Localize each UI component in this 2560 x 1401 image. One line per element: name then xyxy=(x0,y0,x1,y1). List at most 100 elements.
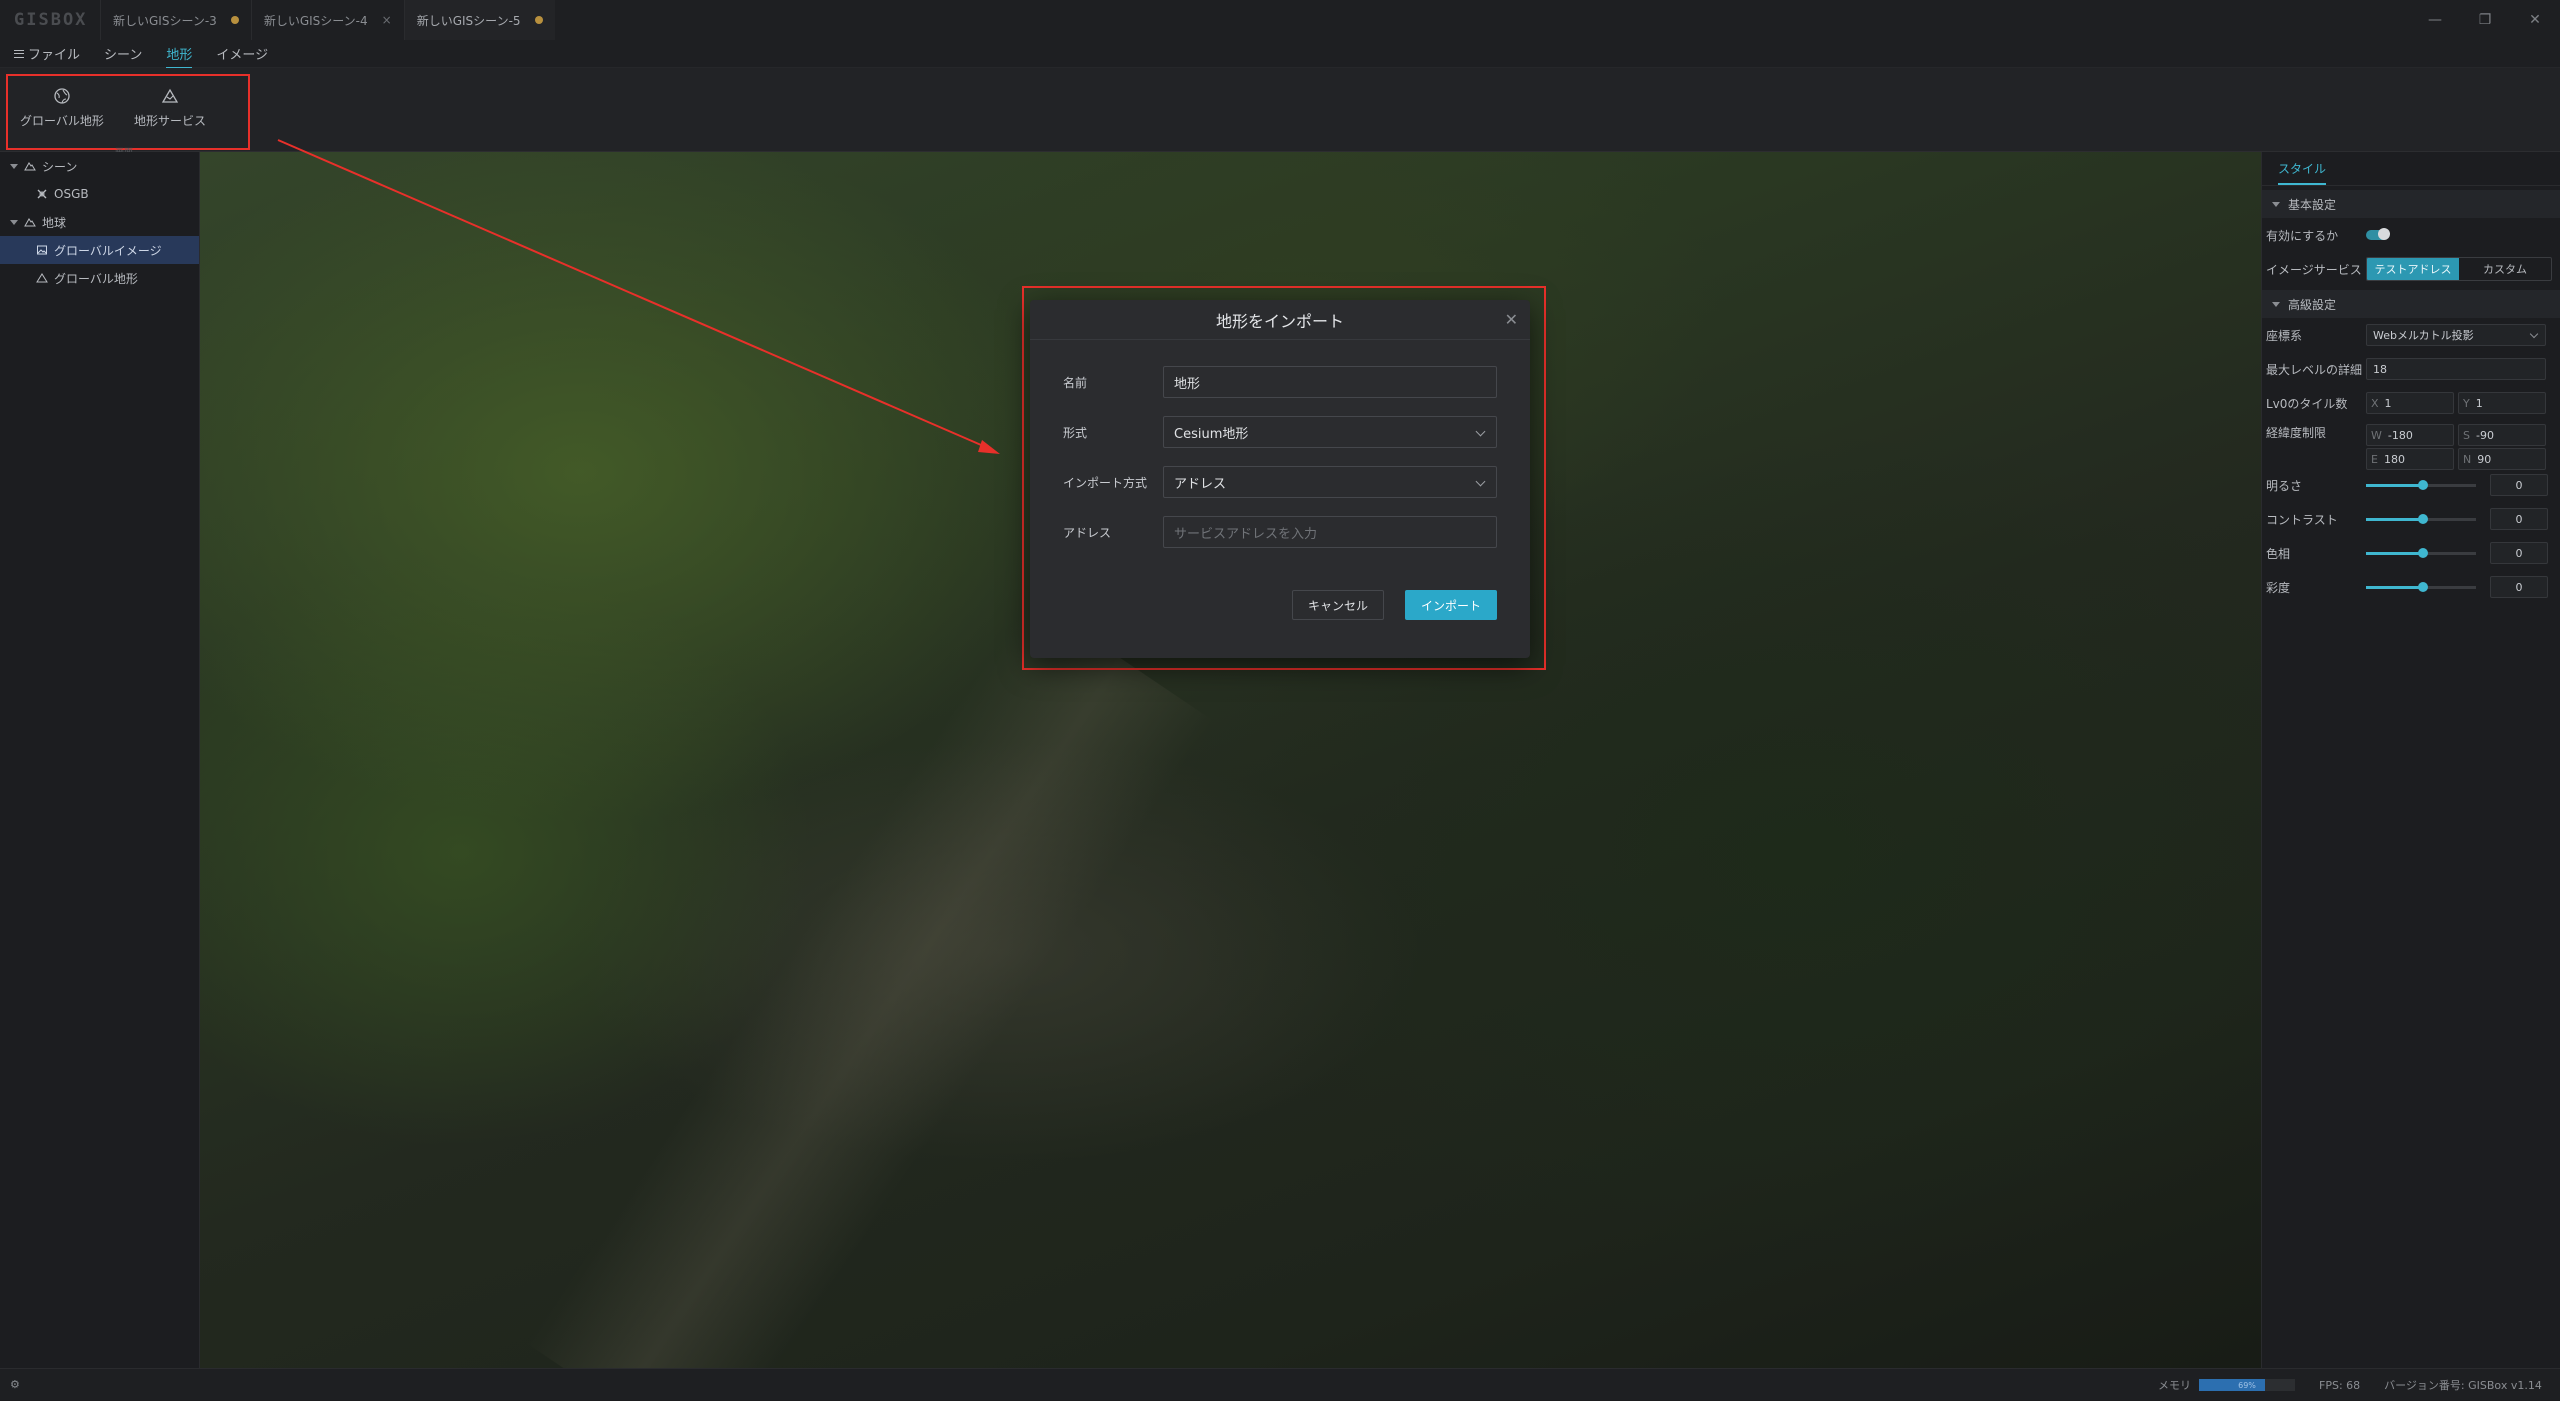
format-value: Cesium地形 xyxy=(1174,426,1249,442)
scene-tab-3[interactable]: 新しいGISシーン-3 xyxy=(100,0,251,40)
valley-texture xyxy=(527,597,1213,1368)
status-settings-icon[interactable]: ⚙ xyxy=(10,1378,20,1391)
section-title: 基本設定 xyxy=(2288,197,2337,212)
import-terrain-dialog: 地形をインポート ✕ 名前 地形 形式 Cesium地形 インポート方式 アドレ… xyxy=(1030,300,1530,658)
name-label: 名前 xyxy=(1063,375,1088,390)
global-terrain-button[interactable]: グローバル地形 xyxy=(8,86,116,148)
value: -90 xyxy=(2475,428,2494,442)
globe-icon xyxy=(54,88,70,104)
slider-row: コントラスト 0 xyxy=(2262,502,2560,536)
adjust-slider[interactable] xyxy=(2366,547,2476,558)
cancel-button[interactable]: キャンセル xyxy=(1292,590,1384,620)
menu-file[interactable]: ファイル xyxy=(14,44,80,63)
method-select[interactable]: アドレス xyxy=(1163,466,1497,498)
slider-handle[interactable] xyxy=(2418,479,2429,490)
expand-caret-icon[interactable] xyxy=(10,219,18,225)
bounds-grid: W -180 S -90 E 180 N 90 xyxy=(2366,424,2546,470)
slider-handle[interactable] xyxy=(2418,547,2429,558)
menu-label: シーン xyxy=(104,48,143,63)
bound-n-input[interactable]: N 90 xyxy=(2458,448,2546,470)
slider-handle[interactable] xyxy=(2418,581,2429,592)
coord-row: 座標系 Webメルカトル投影 xyxy=(2262,318,2560,352)
lv0-label: Lv0のタイル数 xyxy=(2266,396,2348,411)
address-input[interactable]: サービスアドレスを入力 xyxy=(1163,516,1497,548)
format-select[interactable]: Cesium地形 xyxy=(1163,416,1497,448)
slider-label: 明るさ xyxy=(2266,478,2303,493)
adjust-slider[interactable] xyxy=(2366,513,2476,524)
menu-scene[interactable]: シーン xyxy=(104,44,142,63)
value: -180 xyxy=(2387,428,2413,442)
tree-label: グローバルイメージ xyxy=(54,243,162,258)
memory-percent: 69% xyxy=(2238,1380,2256,1390)
enable-toggle[interactable] xyxy=(2366,228,2390,240)
terrain-service-button[interactable]: 地形サービス xyxy=(116,86,224,148)
name-input[interactable]: 地形 xyxy=(1163,366,1497,398)
slider-value-input[interactable]: 0 xyxy=(2490,508,2548,530)
scene-tab-5[interactable]: 新しいGISシーン-5 xyxy=(403,0,555,40)
value: 90 xyxy=(2477,452,2492,466)
section-title: 高級設定 xyxy=(2288,297,2337,312)
close-icon[interactable]: ✕ xyxy=(1505,310,1518,329)
slider-value-input[interactable]: 0 xyxy=(2490,474,2548,496)
menu-label: イメージ xyxy=(216,48,269,63)
tree-label: シーン xyxy=(42,159,78,174)
mountain-icon xyxy=(24,162,36,171)
menu-image[interactable]: イメージ xyxy=(216,44,268,63)
slider-value-input[interactable]: 0 xyxy=(2490,542,2548,564)
slider-fill xyxy=(2366,483,2424,487)
lv0-y-input[interactable]: Y1 xyxy=(2458,392,2546,414)
section-basic[interactable]: 基本設定 xyxy=(2262,190,2560,218)
key-label: N xyxy=(2463,452,2472,466)
option-custom[interactable]: カスタム xyxy=(2459,258,2551,280)
image-icon xyxy=(37,245,47,255)
restore-icon[interactable]: ❐ xyxy=(2460,0,2510,40)
menu-terrain[interactable]: 地形 xyxy=(166,44,193,69)
option-test-address[interactable]: テストアドレス xyxy=(2367,258,2459,280)
adjust-slider[interactable] xyxy=(2366,479,2476,490)
tree-label: グローバル地形 xyxy=(54,271,138,286)
version-label: バージョン番号: GISBox v1.14 xyxy=(2384,1379,2542,1392)
menu-bar: ファイル シーン 地形 イメージ xyxy=(0,40,2560,69)
slider-fill xyxy=(2366,517,2424,521)
modified-dot-icon xyxy=(534,16,543,24)
memory-bar: 69% xyxy=(2199,1379,2295,1391)
ribbon-toolbar: グローバル地形 地形サービス 画面 xyxy=(0,68,2560,158)
import-button[interactable]: インポート xyxy=(1405,590,1497,620)
format-label: 形式 xyxy=(1063,425,1088,440)
tree-node-earth[interactable]: 地球 xyxy=(0,208,199,236)
slider-value-input[interactable]: 0 xyxy=(2490,576,2548,598)
slider-fill xyxy=(2366,551,2424,555)
expand-caret-icon[interactable] xyxy=(10,163,18,169)
adjust-slider[interactable] xyxy=(2366,581,2476,592)
lv0-x-input[interactable]: X1 xyxy=(2366,392,2454,414)
scene-tab-4[interactable]: 新しいGISシーン-4 × xyxy=(250,0,404,40)
tree-node-osgb[interactable]: OSGB xyxy=(0,180,199,208)
memory-indicator: メモリ 69% FPS: 68 バージョン番号: GISBox v1.14 xyxy=(2158,1369,2542,1401)
bound-w-input[interactable]: W -180 xyxy=(2366,424,2454,446)
close-tab-icon[interactable]: × xyxy=(382,13,392,27)
bounds-label: 経緯度制限 xyxy=(2266,426,2327,440)
section-advanced[interactable]: 高級設定 xyxy=(2262,290,2560,318)
tab-label: 新しいGISシーン-4 xyxy=(263,13,368,28)
style-panel: スタイル 基本設定 有効にするか イメージサービス テストアドレス カスタム 高… xyxy=(2261,152,2560,1368)
coord-select[interactable]: Webメルカトル投影 xyxy=(2366,324,2546,346)
coord-value: Webメルカトル投影 xyxy=(2373,329,2474,342)
key-label: Y xyxy=(2463,396,2470,410)
maxlevel-label: 最大レベルの詳細 xyxy=(2266,362,2363,377)
slider-handle[interactable] xyxy=(2418,513,2429,524)
minimize-icon[interactable]: — xyxy=(2410,0,2460,40)
ribbon-highlight-box: グローバル地形 地形サービス 画面 xyxy=(6,74,250,158)
bound-e-input[interactable]: E 180 xyxy=(2366,448,2454,470)
key-label: W xyxy=(2371,428,2382,442)
maxlevel-input[interactable]: 18 xyxy=(2366,358,2546,380)
tree-node-global-image[interactable]: グローバルイメージ xyxy=(0,236,199,264)
slider-label: 色相 xyxy=(2266,546,2291,561)
tab-style[interactable]: スタイル xyxy=(2262,152,2560,186)
tree-node-scene[interactable]: シーン xyxy=(0,152,199,180)
value: 180 xyxy=(2383,452,2405,466)
close-window-icon[interactable]: ✕ xyxy=(2510,0,2560,40)
collapse-caret-icon xyxy=(2272,301,2280,307)
bound-s-input[interactable]: S -90 xyxy=(2458,424,2546,446)
tree-node-global-terrain[interactable]: グローバル地形 xyxy=(0,264,199,292)
dialog-title: 地形をインポート xyxy=(1215,311,1344,331)
